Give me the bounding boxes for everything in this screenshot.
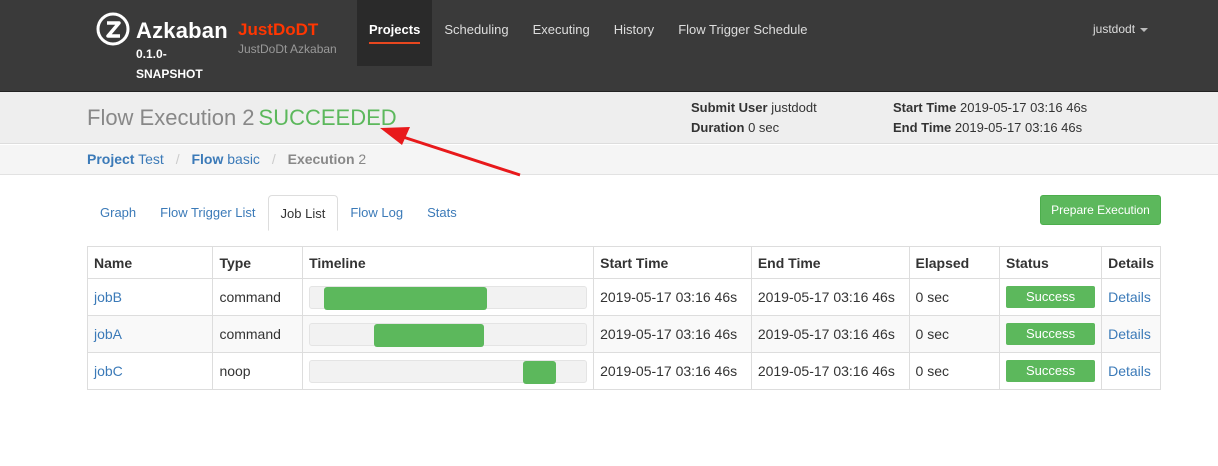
job-list-table: Name Type Timeline Start Time End Time E… (86, 246, 1161, 390)
job-end-time: 2019-05-17 03:16 46s (750, 315, 910, 353)
main-nav: Projects Scheduling Executing History Fl… (357, 0, 820, 66)
breadcrumb-separator: / (271, 151, 276, 167)
top-navbar: Azkaban 0.1.0-SNAPSHOT JustDoDT JustDoDt… (0, 0, 1218, 92)
execution-status: SUCCEEDED (258, 105, 397, 130)
job-elapsed: 0 sec (908, 278, 1001, 316)
job-elapsed: 0 sec (908, 352, 1001, 390)
duration: 0 sec (748, 120, 780, 135)
status-badge: Success (1006, 286, 1096, 308)
nav-executing[interactable]: Executing (521, 0, 602, 66)
brand[interactable]: Azkaban 0.1.0-SNAPSHOT (96, 12, 236, 84)
job-type: command (212, 278, 304, 316)
job-start-time: 2019-05-17 03:16 46s (593, 352, 752, 390)
tab-job-list[interactable]: Job List (267, 195, 339, 231)
start-time: 2019-05-17 03:16 46s (959, 100, 1088, 115)
table-row: jobC noop 2019-05-17 03:16 46s 2019-05-1… (86, 352, 1161, 390)
duration-label: Duration (691, 120, 745, 135)
job-type: command (212, 315, 304, 353)
execution-tabs: Graph Flow Trigger List Job List Flow Lo… (88, 195, 469, 231)
table-row: jobA command 2019-05-17 03:16 46s 2019-0… (86, 315, 1161, 353)
col-details: Details (1101, 246, 1161, 279)
job-elapsed: 0 sec (908, 315, 1001, 353)
col-status: Status (999, 246, 1103, 279)
col-name: Name (86, 246, 214, 279)
time-summary: Start Time 2019-05-17 03:16 46s End Time… (893, 98, 1087, 138)
details-link[interactable]: Details (1108, 363, 1151, 379)
nav-projects[interactable]: Projects (357, 0, 433, 66)
nav-flow-trigger-schedule[interactable]: Flow Trigger Schedule (666, 0, 819, 66)
breadcrumb-execution: Execution 2 (287, 151, 367, 167)
tab-stats[interactable]: Stats (415, 195, 469, 231)
breadcrumb-project[interactable]: Project Test (87, 151, 164, 167)
end-time-label: End Time (893, 120, 952, 135)
tab-flow-trigger-list[interactable]: Flow Trigger List (148, 195, 267, 231)
start-time-label: Start Time (893, 100, 957, 115)
page-title: Flow Execution 2 SUCCEEDED (87, 105, 397, 131)
timeline-track (309, 359, 588, 384)
job-end-time: 2019-05-17 03:16 46s (750, 352, 910, 390)
caret-down-icon (1140, 27, 1149, 32)
environment-label: JustDoDT JustDoDt Azkaban (238, 20, 337, 56)
status-badge: Success (1006, 360, 1096, 382)
azkaban-logo-icon (96, 12, 130, 46)
user-menu[interactable]: justdodt (1093, 22, 1149, 36)
env-name: JustDoDT (238, 20, 319, 39)
title-prefix: Flow Execution 2 (87, 105, 255, 130)
details-link[interactable]: Details (1108, 326, 1151, 342)
timeline-bar (373, 323, 484, 347)
tab-graph[interactable]: Graph (88, 195, 148, 231)
breadcrumb-separator: / (175, 151, 180, 167)
job-name-link[interactable]: jobA (94, 326, 122, 342)
timeline-track (309, 322, 588, 347)
tab-flow-log[interactable]: Flow Log (338, 195, 415, 231)
end-time: 2019-05-17 03:16 46s (954, 120, 1083, 135)
job-end-time: 2019-05-17 03:16 46s (750, 278, 910, 316)
submit-user-label: Submit User (691, 100, 768, 115)
timeline-bar (522, 360, 556, 384)
job-name-link[interactable]: jobC (94, 363, 123, 379)
submit-summary: Submit User justdodt Duration 0 sec (691, 98, 817, 138)
user-name: justdodt (1093, 22, 1136, 36)
nav-history[interactable]: History (602, 0, 666, 66)
col-elapsed: Elapsed (908, 246, 1001, 279)
job-start-time: 2019-05-17 03:16 46s (593, 315, 752, 353)
brand-name: Azkaban (136, 18, 228, 43)
job-start-time: 2019-05-17 03:16 46s (593, 278, 752, 316)
timeline-bar (323, 286, 487, 310)
job-name-link[interactable]: jobB (94, 289, 122, 305)
timeline-track (309, 285, 588, 310)
breadcrumb-flow[interactable]: Flow basic (191, 151, 259, 167)
col-type: Type (212, 246, 304, 279)
submit-user: justdodt (771, 100, 817, 115)
job-type: noop (212, 352, 304, 390)
table-row: jobB command 2019-05-17 03:16 46s 2019-0… (86, 278, 1161, 316)
col-timeline: Timeline (302, 246, 595, 279)
col-end-time: End Time (750, 246, 910, 279)
prepare-execution-button[interactable]: Prepare Execution (1040, 195, 1161, 225)
execution-header: Flow Execution 2 SUCCEEDED Submit User ju… (0, 92, 1218, 144)
breadcrumb: Project Test / Flow basic / Execution 2 (0, 145, 1218, 175)
col-start-time: Start Time (593, 246, 752, 279)
nav-scheduling[interactable]: Scheduling (432, 0, 520, 66)
brand-version: 0.1.0-SNAPSHOT (136, 47, 203, 81)
details-link[interactable]: Details (1108, 289, 1151, 305)
table-header-row: Name Type Timeline Start Time End Time E… (86, 246, 1161, 279)
env-description: JustDoDt Azkaban (238, 42, 337, 56)
status-badge: Success (1006, 323, 1096, 345)
